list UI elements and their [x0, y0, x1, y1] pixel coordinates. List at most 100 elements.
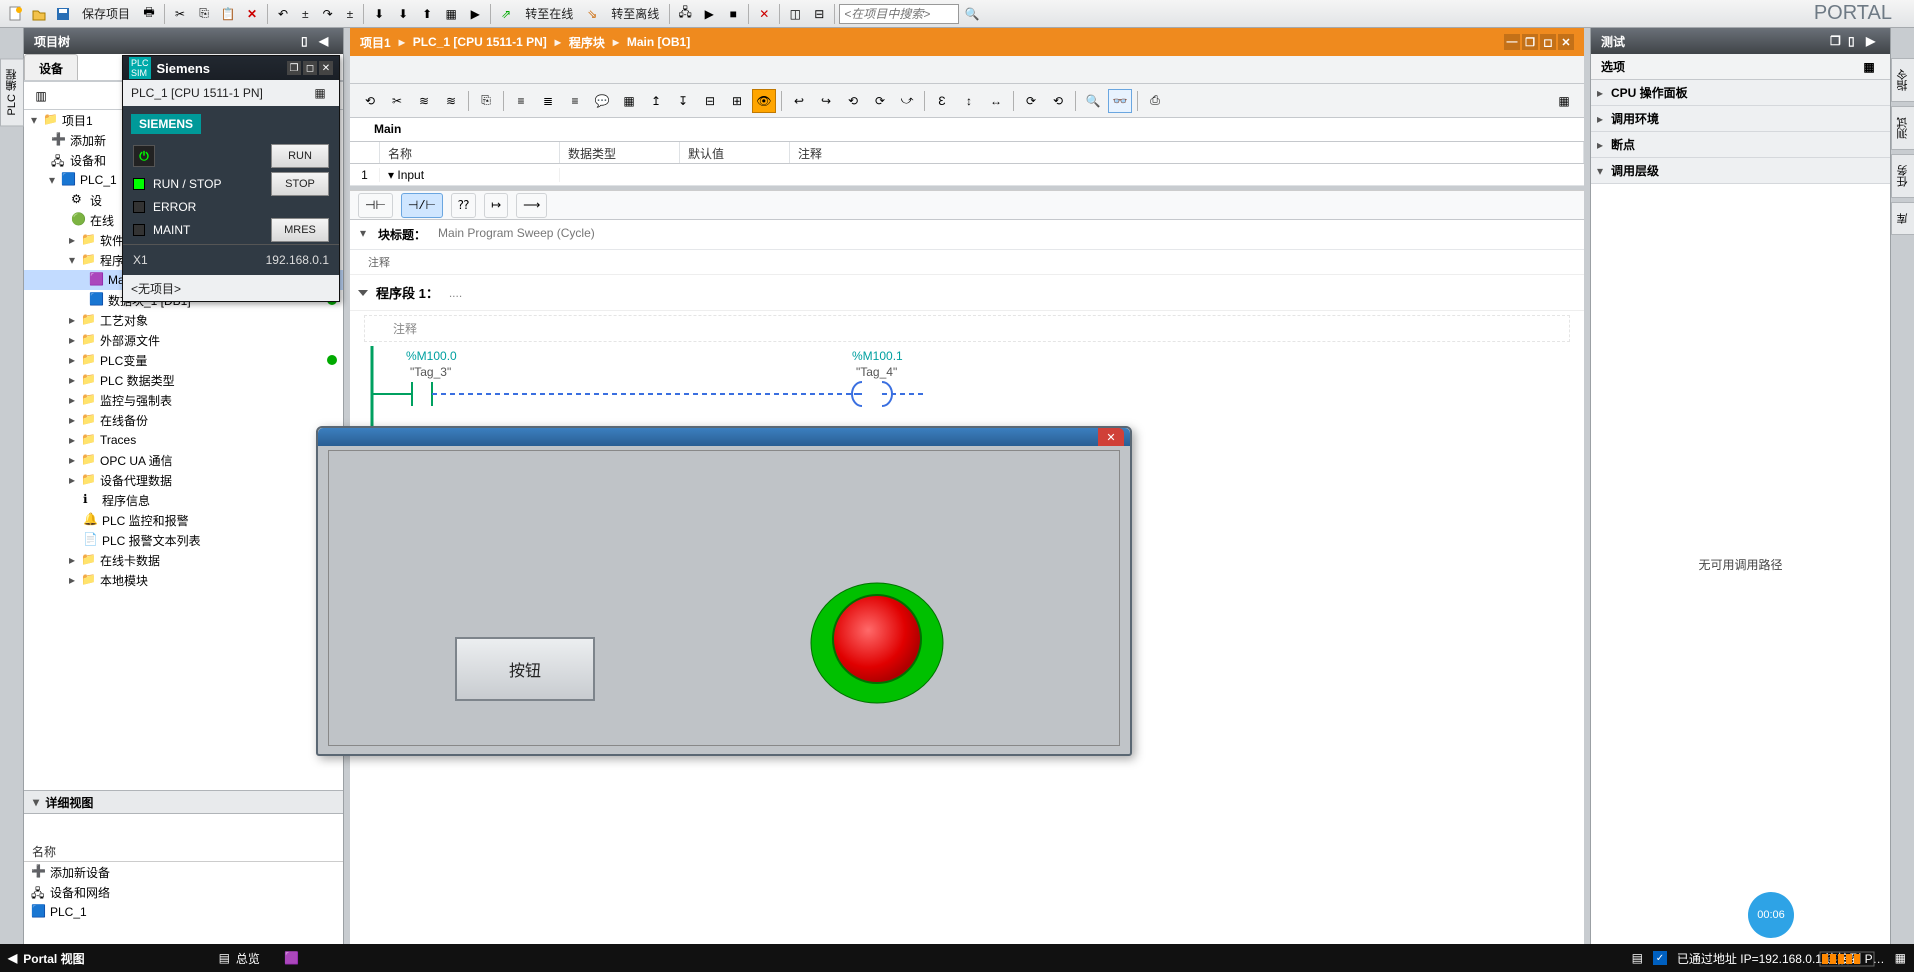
sim-icon[interactable]: ▦: [440, 3, 462, 25]
crumb-plc[interactable]: PLC_1 [CPU 1511-1 PN]: [413, 35, 547, 49]
hmi-button[interactable]: 按钮: [455, 637, 595, 701]
net-col-icon[interactable]: ⊟: [698, 89, 722, 113]
portal-view-button[interactable]: ◀ Portal 视图: [8, 950, 85, 967]
expander-icon[interactable]: ▸: [66, 473, 78, 487]
dbg1-icon[interactable]: ⟳: [1019, 89, 1043, 113]
go-online-label[interactable]: 转至在线: [519, 5, 579, 22]
network-header[interactable]: 程序段 1： ....: [350, 275, 1584, 311]
expander-icon[interactable]: ▸: [66, 393, 78, 407]
detail-row[interactable]: ➕添加新设备: [24, 862, 343, 882]
search-go-icon[interactable]: 🔍: [961, 3, 983, 25]
hmi-titlebar[interactable]: ✕: [318, 428, 1130, 446]
align2-icon[interactable]: ≣: [536, 89, 560, 113]
crumb-blocks[interactable]: 程序块: [569, 34, 605, 51]
vtab-test[interactable]: 测试: [1891, 106, 1914, 150]
detail-row[interactable]: 🟦PLC_1: [24, 902, 343, 922]
restore-icon[interactable]: ❐: [1522, 34, 1538, 50]
hmi-lamp[interactable]: [809, 575, 945, 711]
ladder-network[interactable]: %M100.0 "Tag_3" %M100.1 "Tag_4": [364, 346, 944, 436]
tree-watch[interactable]: ▸📁监控与强制表: [24, 390, 343, 410]
misc3-icon[interactable]: ↔: [984, 89, 1008, 113]
opt-icon[interactable]: ▦: [1858, 56, 1880, 78]
expander-icon[interactable]: ▾: [66, 253, 78, 267]
plcsim-project[interactable]: <无项目>: [123, 275, 339, 301]
comment-icon[interactable]: 💬: [590, 89, 614, 113]
acc-call-env[interactable]: ▸调用环境: [1591, 106, 1890, 132]
save-label[interactable]: 保存项目: [76, 5, 136, 22]
tree-localmods[interactable]: ▸📁本地模块: [24, 570, 343, 590]
cpu-start-icon[interactable]: ▶: [698, 3, 720, 25]
lad-branch[interactable]: ↦: [484, 193, 508, 218]
tree-proginfo[interactable]: ℹ程序信息: [24, 490, 343, 510]
arrow-right-icon[interactable]: ▶: [1866, 34, 1880, 48]
max-icon[interactable]: ◻: [303, 61, 317, 75]
expander-icon[interactable]: ▸: [66, 353, 78, 367]
chevron-down-icon[interactable]: [358, 290, 368, 296]
expander-icon[interactable]: ▾: [28, 113, 40, 127]
power-button[interactable]: ⏻: [133, 145, 155, 167]
tree-view-icon[interactable]: ▥: [30, 85, 52, 107]
cpu-stop-icon[interactable]: ■: [722, 3, 744, 25]
ed-btn4[interactable]: ≋: [439, 89, 463, 113]
vtab-libs[interactable]: 库: [1891, 202, 1914, 235]
goto5-icon[interactable]: ⤻: [895, 89, 919, 113]
undo-icon[interactable]: ↶: [272, 3, 294, 25]
monitor-icon[interactable]: 👁: [752, 89, 776, 113]
go-offline-icon[interactable]: ⇘: [581, 3, 603, 25]
misc1-icon[interactable]: Ɛ: [930, 89, 954, 113]
network-comment[interactable]: 注释: [364, 315, 1570, 342]
tree-traces[interactable]: ▸📁Traces: [24, 430, 343, 450]
tree-cardonline[interactable]: ▸📁在线卡数据: [24, 550, 343, 570]
tray-icon[interactable]: ▦: [1895, 951, 1906, 965]
expander-icon[interactable]: ▸: [66, 233, 78, 247]
plcsim-cfg-icon[interactable]: ▦: [309, 82, 331, 104]
close-icon[interactable]: ✕: [319, 61, 333, 75]
dbg2-icon[interactable]: ⟲: [1046, 89, 1070, 113]
ed-btn2[interactable]: ✂: [385, 89, 409, 113]
redo-dd[interactable]: ±: [341, 7, 360, 21]
pin-icon[interactable]: ▯: [1848, 34, 1862, 48]
clear-icon[interactable]: ✕: [753, 3, 775, 25]
split-h-icon[interactable]: ◫: [784, 3, 806, 25]
tree-ext[interactable]: ▸📁外部源文件: [24, 330, 343, 350]
min-icon[interactable]: —: [1504, 34, 1520, 50]
hmi-runtime-window[interactable]: ✕ 按钮: [316, 426, 1132, 756]
ed-btn1[interactable]: ⟲: [358, 89, 382, 113]
tree-plctags[interactable]: ▸📁PLC变量: [24, 350, 343, 370]
tree-backup[interactable]: ▸📁在线备份: [24, 410, 343, 430]
view1-icon[interactable]: 🔍: [1081, 89, 1105, 113]
plcsim-panel[interactable]: PLCSIM Siemens ❐ ◻ ✕ PLC_1 [CPU 1511-1 P…: [122, 55, 340, 302]
vtab-tasks[interactable]: 任务: [1891, 154, 1914, 198]
misc2-icon[interactable]: ↕: [957, 89, 981, 113]
new-icon[interactable]: [4, 3, 26, 25]
hmi-screen[interactable]: 按钮: [328, 450, 1120, 746]
save-icon[interactable]: [52, 3, 74, 25]
detail-header[interactable]: ▾ 详细视图: [24, 790, 343, 814]
go-offline-label[interactable]: 转至离线: [605, 5, 665, 22]
expander-icon[interactable]: ▾: [46, 173, 58, 187]
goto1-icon[interactable]: ↩: [787, 89, 811, 113]
plcsim-titlebar[interactable]: PLCSIM Siemens ❐ ◻ ✕: [123, 56, 339, 80]
acc-cpu-panel[interactable]: ▸CPU 操作面板: [1591, 80, 1890, 106]
restore-icon[interactable]: ❐: [1830, 34, 1844, 48]
split-v-icon[interactable]: ⊟: [808, 3, 830, 25]
expander-icon[interactable]: ▸: [66, 453, 78, 467]
acc-call-hier[interactable]: ▾调用层级: [1591, 158, 1890, 184]
tree-plctypes[interactable]: ▸📁PLC 数据类型: [24, 370, 343, 390]
compile-icon[interactable]: ⬇: [368, 3, 390, 25]
taskbar-item[interactable]: 🟪: [284, 951, 299, 965]
expander-icon[interactable]: ▸: [66, 433, 78, 447]
chevron-down-icon[interactable]: ▾: [30, 795, 42, 809]
upload-icon[interactable]: ⬆: [416, 3, 438, 25]
tree-plcalarm[interactable]: 🔔PLC 监控和报警: [24, 510, 343, 530]
detail-row[interactable]: 🖧设备和网络: [24, 882, 343, 902]
undo-dd[interactable]: ±: [296, 7, 315, 21]
arrow-left-icon[interactable]: ◀: [319, 34, 333, 48]
crumb-project[interactable]: 项目1: [360, 34, 391, 51]
copy-icon[interactable]: ⎘: [193, 3, 215, 25]
tree-tech[interactable]: ▸📁工艺对象: [24, 310, 343, 330]
tab-devices[interactable]: 设备: [24, 54, 78, 80]
download-icon[interactable]: ⬇: [392, 3, 414, 25]
crumb-main[interactable]: Main [OB1]: [627, 35, 690, 49]
net-exp-icon[interactable]: ⊞: [725, 89, 749, 113]
